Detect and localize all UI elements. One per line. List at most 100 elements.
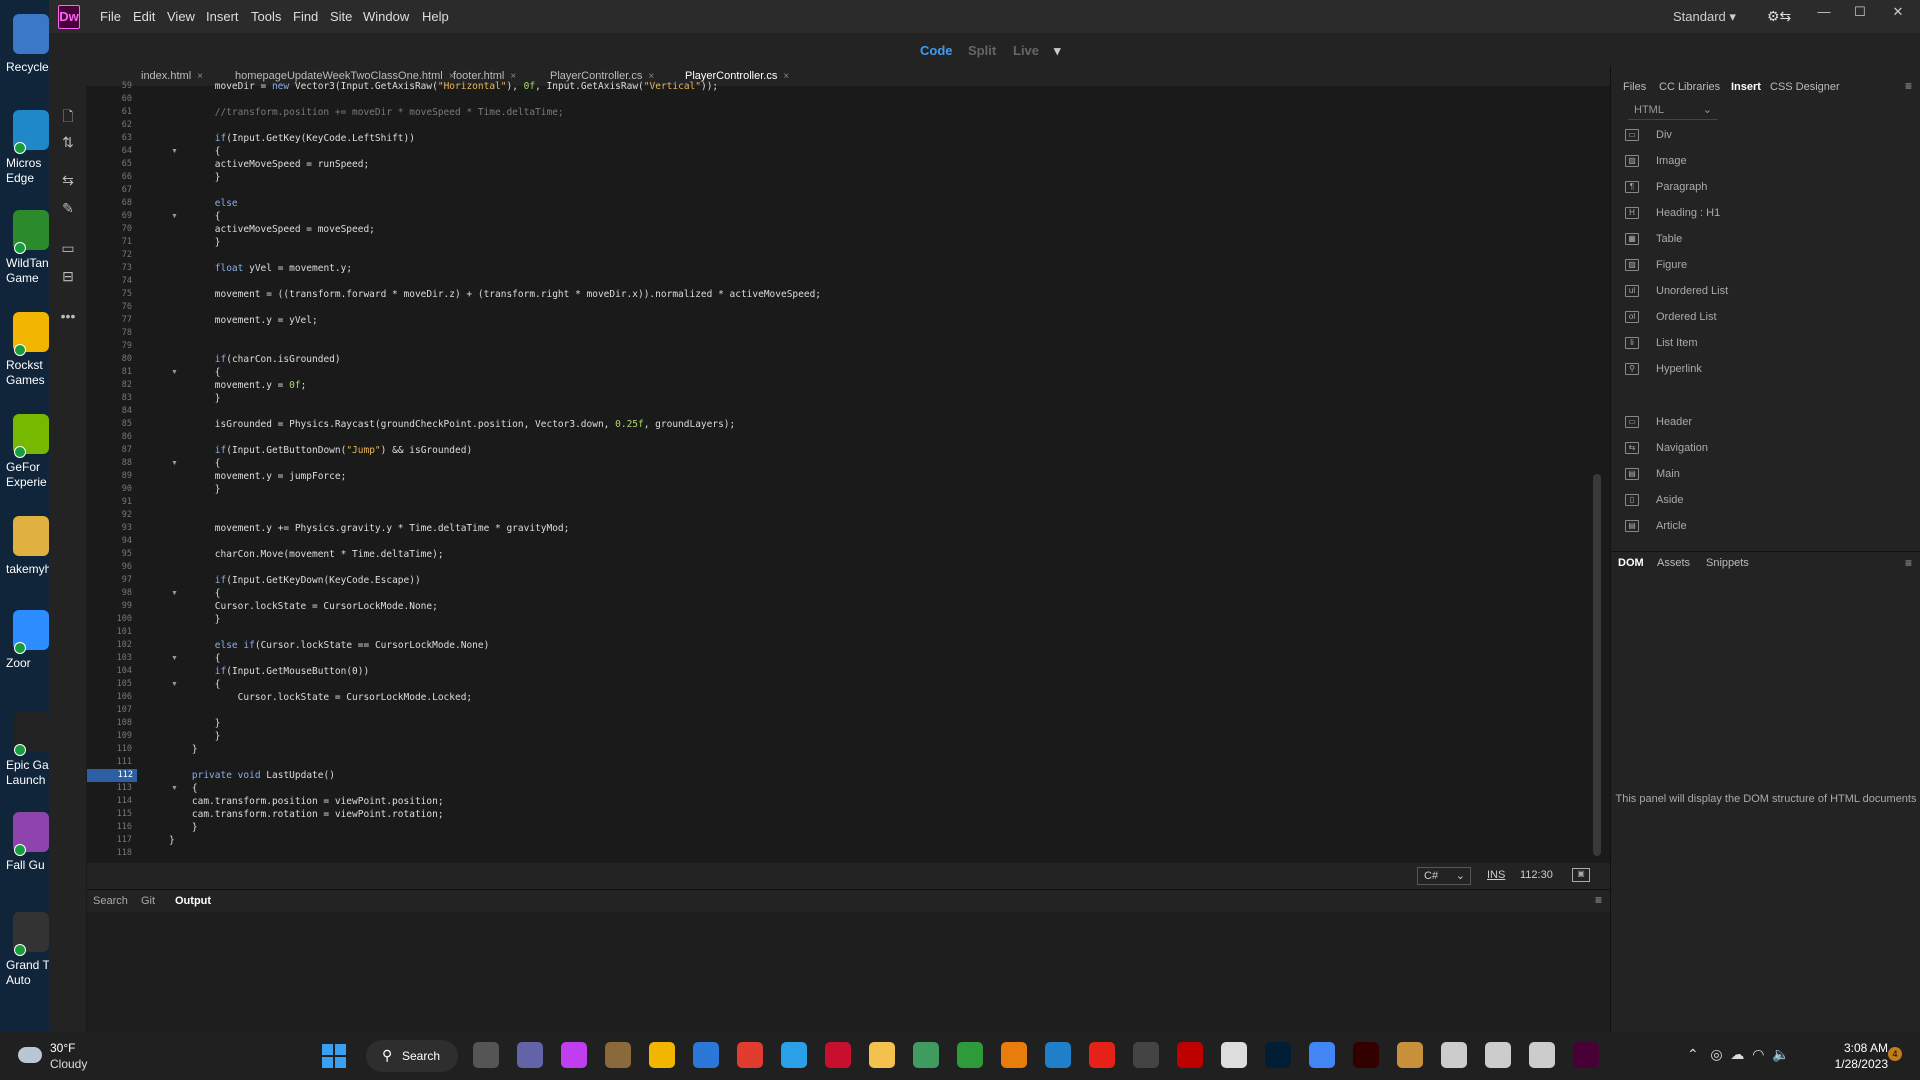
real-time-preview-icon[interactable]: ▣ [1572, 868, 1590, 882]
code-line[interactable]: if(Input.GetMouseButton(0)) [169, 665, 369, 678]
insert-item-ordered-list[interactable]: ol Ordered List [1625, 308, 1915, 328]
xbox-icon[interactable] [957, 1042, 983, 1068]
tab-assets[interactable]: Assets [1657, 557, 1690, 569]
format-brush-icon[interactable]: ✎ [59, 200, 77, 218]
fallguys-desktop-icon[interactable]: Fall Gu [0, 806, 49, 902]
code-line[interactable]: { [169, 145, 221, 158]
wolf-app-icon[interactable] [1441, 1042, 1467, 1068]
wifi-icon[interactable]: ◠ [1752, 1046, 1764, 1062]
code-line[interactable]: cam.transform.rotation = viewPoint.rotat… [169, 808, 444, 821]
insert-item-figure[interactable]: ▨ Figure [1625, 256, 1915, 276]
code-line[interactable]: activeMoveSpeed = moveSpeed; [169, 223, 375, 236]
picsart-icon[interactable] [561, 1042, 587, 1068]
code-line[interactable]: else if(Cursor.lockState == CursorLockMo… [169, 639, 490, 652]
unity-hub-icon[interactable] [1529, 1042, 1555, 1068]
code-line[interactable]: } [169, 730, 221, 743]
onedrive-cloud-icon[interactable]: ☁ [1730, 1046, 1744, 1062]
code-line[interactable]: movement = ((transform.forward * moveDir… [169, 288, 821, 301]
code-line[interactable]: if(Input.GetKey(KeyCode.LeftShift)) [169, 132, 415, 145]
wildtangent-desktop-icon[interactable]: WildTan Game [0, 204, 49, 300]
close-tab-icon[interactable]: × [783, 71, 789, 82]
code-line[interactable]: cam.transform.position = viewPoint.posit… [169, 795, 444, 808]
code-line[interactable]: float yVel = movement.y; [169, 262, 352, 275]
code-line[interactable]: movement.y = jumpForce; [169, 470, 347, 483]
code-view-button[interactable]: Code [920, 43, 953, 58]
code-line[interactable]: movement.y += Physics.gravity.y * Time.d… [169, 522, 570, 535]
code-line[interactable]: if(charCon.isGrounded) [169, 353, 341, 366]
edge-desktop-icon[interactable]: Micros Edge [0, 104, 49, 200]
code-line[interactable]: moveDir = new Vector3(Input.GetAxisRaw("… [169, 80, 718, 93]
blender-icon[interactable] [1001, 1042, 1027, 1068]
code-line[interactable]: activeMoveSpeed = runSpeed; [169, 158, 369, 171]
network-globe-icon[interactable]: ◎ [1710, 1046, 1722, 1062]
code-line[interactable]: } [169, 236, 221, 249]
insert-item-header[interactable]: ▭ Header [1625, 413, 1915, 433]
volume-icon[interactable]: 🔈 [1772, 1046, 1789, 1062]
taskbar-search[interactable]: ⚲ Search [366, 1040, 458, 1072]
insert-item-aside[interactable]: ▯ Aside [1625, 491, 1915, 511]
code-line[interactable]: private void LastUpdate() [169, 769, 335, 782]
code-line[interactable]: { [169, 457, 221, 470]
view-dropdown-arrow-icon[interactable]: ▾ [1054, 43, 1061, 59]
insert-category-select[interactable]: HTML ⌄ [1628, 102, 1718, 120]
remove-comment-icon[interactable]: ⊟ [59, 268, 77, 286]
tab-files[interactable]: Files [1623, 81, 1646, 93]
panel-menu-icon[interactable]: ≡ [1905, 79, 1912, 93]
unity-icon[interactable] [1485, 1042, 1511, 1068]
settings-gear-icon[interactable]: ⚙⇆ [1767, 8, 1793, 24]
insert-item-div[interactable]: ▭ Div [1625, 126, 1915, 146]
maximize-button[interactable]: ☐ [1850, 4, 1870, 20]
store-icon[interactable] [693, 1042, 719, 1068]
code-line[interactable]: if(Input.GetKeyDown(KeyCode.Escape)) [169, 574, 421, 587]
task-view-icon[interactable] [473, 1042, 499, 1068]
dreamweaver-taskbar-icon[interactable] [1573, 1042, 1599, 1068]
insert-item-list-item[interactable]: li List Item [1625, 334, 1915, 354]
menu-view[interactable]: View [167, 9, 195, 24]
code-line[interactable]: } [169, 613, 221, 626]
insert-item-unordered-list[interactable]: ul Unordered List [1625, 282, 1915, 302]
code-line[interactable]: } [169, 834, 175, 847]
tab-output[interactable]: Output [175, 895, 211, 907]
menu-help[interactable]: Help [422, 9, 449, 24]
takemyhand-desktop-icon[interactable]: takemyh [0, 510, 49, 606]
insert-item-main[interactable]: ▤ Main [1625, 465, 1915, 485]
insert-mode-indicator[interactable]: INS [1487, 869, 1505, 881]
youtube-music-icon[interactable] [1089, 1042, 1115, 1068]
code-line[interactable]: else [169, 197, 238, 210]
language-select[interactable]: C# ⌄ [1417, 867, 1471, 885]
inkscape-icon[interactable] [1221, 1042, 1247, 1068]
zoom-desktop-icon[interactable]: Zoor [0, 604, 49, 700]
tab-insert[interactable]: Insert [1731, 81, 1761, 93]
rockstar-desktop-icon[interactable]: Rockst Games [0, 306, 49, 402]
filezilla-icon[interactable] [1177, 1042, 1203, 1068]
insert-item-hyperlink[interactable]: ⚲ Hyperlink [1625, 360, 1915, 380]
insert-item-paragraph[interactable]: ¶ Paragraph [1625, 178, 1915, 198]
code-line[interactable]: } [169, 392, 221, 405]
code-line[interactable]: isGrounded = Physics.Raycast(groundCheck… [169, 418, 736, 431]
minimize-button[interactable]: — [1814, 4, 1834, 19]
insert-item-table[interactable]: ▦ Table [1625, 230, 1915, 250]
chevron-up-icon[interactable]: ⌃ [1687, 1046, 1699, 1062]
code-line[interactable]: movement.y = yVel; [169, 314, 318, 327]
code-line[interactable]: if(Input.GetButtonDown("Jump") && isGrou… [169, 444, 472, 457]
code-line[interactable]: Cursor.lockState = CursorLockMode.Locked… [169, 691, 473, 704]
insert-item-heading[interactable]: H Heading : H1 [1625, 204, 1915, 224]
media-player-icon[interactable] [1133, 1042, 1159, 1068]
video-app-icon[interactable] [1397, 1042, 1423, 1068]
photoshop-icon[interactable] [1265, 1042, 1291, 1068]
code-line[interactable]: charCon.Move(movement * Time.deltaTime); [169, 548, 444, 561]
insert-item-article[interactable]: ▤ Article [1625, 517, 1915, 537]
menu-find[interactable]: Find [293, 9, 318, 24]
scrollbar-thumb[interactable] [1593, 474, 1601, 856]
menu-insert[interactable]: Insert [206, 9, 239, 24]
code-line[interactable]: } [169, 717, 221, 730]
code-line[interactable]: } [169, 743, 198, 756]
tab-git[interactable]: Git [141, 895, 155, 907]
geforce-desktop-icon[interactable]: GeFor Experie [0, 408, 49, 504]
file-explorer-icon[interactable] [869, 1042, 895, 1068]
mcafee-icon[interactable] [825, 1042, 851, 1068]
code-line[interactable]: movement.y = 0f; [169, 379, 307, 392]
insert-item-image[interactable]: ▨ Image [1625, 152, 1915, 172]
code-line[interactable]: } [169, 171, 221, 184]
open-documents-icon[interactable]: 🗋 [59, 106, 77, 124]
